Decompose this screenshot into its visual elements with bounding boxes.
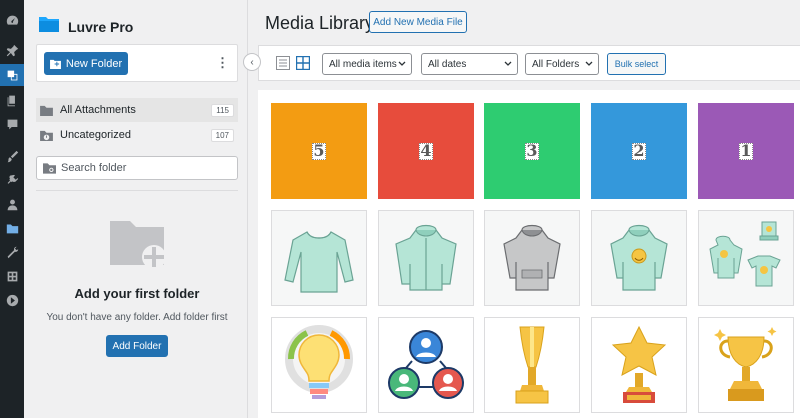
folder-search-icon: [43, 163, 56, 174]
tools-icon[interactable]: [4, 244, 20, 260]
bulk-select-button[interactable]: Bulk select: [607, 53, 666, 75]
brand-name: Luvre Pro: [68, 18, 134, 35]
pages-icon[interactable]: [4, 92, 20, 108]
apparel-set-image[interactable]: [698, 210, 794, 306]
page-title: Media Library: [265, 13, 375, 33]
people-network-image[interactable]: [378, 317, 474, 413]
dashboard-icon[interactable]: [4, 12, 20, 28]
brand: Luvre Pro: [38, 14, 133, 39]
tree-item-label: All Attachments: [60, 104, 136, 116]
tile-number: 5: [312, 141, 326, 160]
zip-hoodie-image[interactable]: [378, 210, 474, 306]
folders-icon[interactable]: [4, 220, 20, 236]
admin-sidebar: [0, 0, 24, 418]
sweatshirt-image[interactable]: [271, 210, 367, 306]
uncategorized-folder-icon: [40, 129, 54, 141]
media-icon[interactable]: [0, 64, 24, 86]
media-tile-5[interactable]: 5: [271, 103, 367, 199]
emoji-hoodie-image[interactable]: [591, 210, 687, 306]
new-folder-label: New Folder: [65, 57, 123, 70]
media-toolbar: All media items All dates All Folders Bu…: [258, 45, 800, 81]
settings-icon[interactable]: [4, 268, 20, 284]
media-type-select[interactable]: All media items: [322, 53, 412, 75]
empty-state: Add your first folder You don't have any…: [36, 190, 238, 418]
sparkle-trophy-image[interactable]: [698, 317, 794, 413]
media-type-value: All media items: [329, 58, 397, 70]
tree-item-all-attachments[interactable]: All Attachments 115: [36, 98, 238, 122]
empty-title: Add your first folder: [74, 286, 200, 301]
chevron-down-icon: [504, 60, 512, 68]
trophy-cup-image[interactable]: [484, 317, 580, 413]
lightbulb-image[interactable]: [271, 317, 367, 413]
tile-number: 2: [632, 141, 646, 160]
new-folder-bar: New Folder ⋮: [36, 44, 238, 82]
comments-icon[interactable]: [4, 116, 20, 132]
add-folder-illustration-icon: [110, 221, 166, 269]
add-new-media-button[interactable]: Add New Media File: [369, 11, 467, 33]
tree-item-uncategorized[interactable]: Uncategorized 107: [36, 123, 238, 147]
empty-subtitle: You don't have any folder. Add folder fi…: [46, 312, 228, 323]
search-folder-input[interactable]: [61, 162, 231, 174]
plugins-icon[interactable]: [4, 172, 20, 188]
users-icon[interactable]: [4, 196, 20, 212]
count-badge: 107: [210, 128, 234, 142]
folder-logo-icon: [38, 14, 60, 39]
tile-number: 4: [419, 141, 433, 160]
main-content: Media Library Add New Media File All med…: [248, 0, 800, 418]
media-tile-3[interactable]: 3: [484, 103, 580, 199]
collapse-panel-button[interactable]: ‹: [243, 53, 261, 71]
date-select[interactable]: All dates: [421, 53, 518, 75]
media-tile-1[interactable]: 1: [698, 103, 794, 199]
media-tile-2[interactable]: 2: [591, 103, 687, 199]
collapse-menu-icon[interactable]: [4, 292, 20, 308]
tile-number: 3: [525, 141, 539, 160]
folder-select[interactable]: All Folders: [525, 53, 599, 75]
pin-icon[interactable]: [4, 42, 20, 58]
folder-panel: Luvre Pro New Folder ⋮ All Attachments 1…: [24, 0, 248, 418]
date-value: All dates: [428, 58, 467, 70]
count-badge: 115: [211, 103, 234, 117]
folder-plus-icon: [49, 59, 61, 69]
gray-hoodie-image[interactable]: [484, 210, 580, 306]
list-view-icon[interactable]: [275, 55, 291, 71]
media-tile-4[interactable]: 4: [378, 103, 474, 199]
grid-view-icon[interactable]: [295, 55, 311, 71]
tile-number: 1: [739, 141, 753, 160]
new-folder-button[interactable]: New Folder: [44, 52, 128, 75]
search-folder-field[interactable]: [36, 156, 238, 180]
tree-item-label: Uncategorized: [60, 129, 131, 141]
folder-icon: [40, 104, 54, 116]
add-folder-button[interactable]: Add Folder: [106, 335, 168, 357]
media-grid: 5 4 3 2 1: [258, 90, 800, 418]
chevron-left-icon: ‹: [250, 56, 254, 68]
chevron-down-icon: [585, 60, 593, 68]
folder-value: All Folders: [532, 58, 580, 70]
appearance-icon[interactable]: [4, 148, 20, 164]
more-options-icon[interactable]: ⋮: [216, 56, 229, 69]
chevron-down-icon: [398, 60, 406, 68]
star-trophy-image[interactable]: [591, 317, 687, 413]
